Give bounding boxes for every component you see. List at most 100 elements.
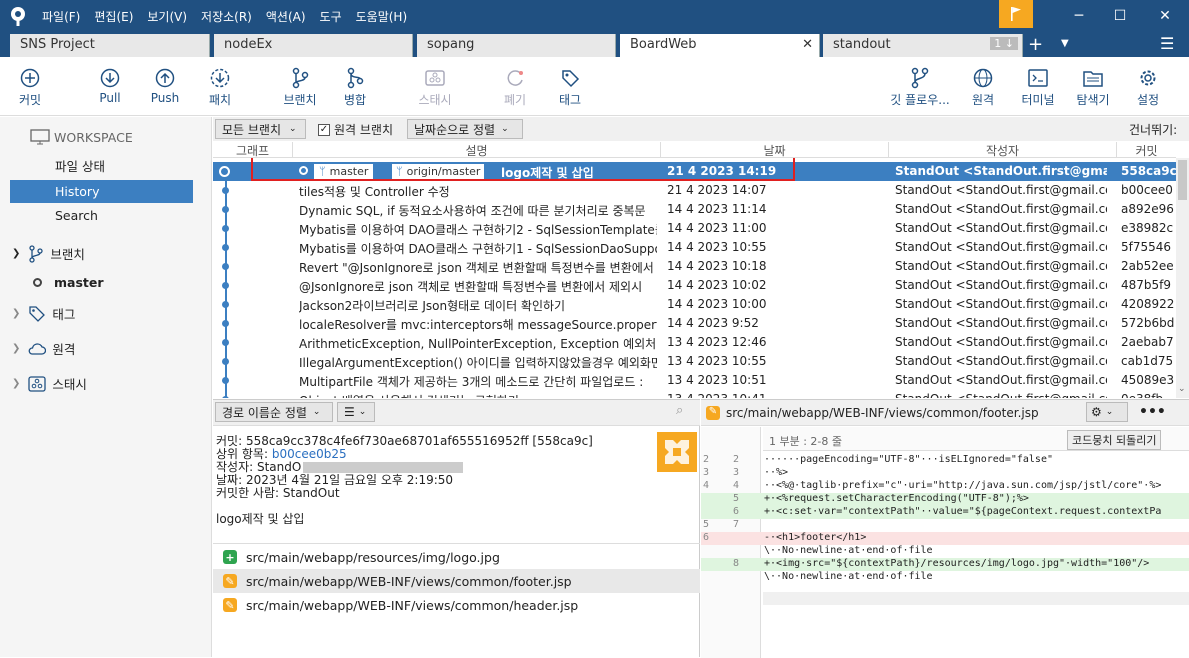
push-button[interactable]: Push [135, 65, 195, 105]
notification-flag-icon[interactable] [999, 0, 1033, 28]
discard-button[interactable]: 폐기 [485, 65, 545, 108]
sidebar-item-master[interactable]: master [0, 271, 212, 294]
commit-list-scrollbar[interactable]: ⌄ [1176, 158, 1189, 398]
diff-horizontal-scrollbar[interactable] [763, 592, 1189, 605]
diff-line: 2 2 ······pageEncoding="UTF-8"···isELIgnor… [701, 454, 1189, 467]
gitflow-button[interactable]: 깃 플로우... [882, 65, 958, 108]
remote-branches-checkbox[interactable]: ✓ 원격 브랜치 [318, 121, 393, 138]
menu-item[interactable]: 파일(F) [42, 8, 80, 25]
new-line-number: 7 [733, 519, 740, 530]
commit-row[interactable]: Dynamic SQL, if 동적요소사용하여 조건에 따른 분기처리로 중복… [213, 200, 1176, 219]
tab-sopang[interactable]: sopang [417, 34, 616, 57]
commit-row[interactable]: ArithmeticException, NullPointerExceptio… [213, 333, 1176, 352]
tab-list-chevron-icon[interactable]: ▼ [1061, 38, 1069, 49]
menu-item[interactable]: 액션(A) [266, 8, 306, 25]
folder-icon [1063, 65, 1123, 91]
stash-icon [28, 375, 47, 392]
more-options-icon[interactable]: ••• [1139, 404, 1166, 420]
maximize-icon[interactable]: ☐ [1100, 0, 1140, 32]
add-tab-icon[interactable]: + [1028, 34, 1043, 55]
remote-button[interactable]: 원격 [953, 65, 1013, 108]
chevron-right-icon: ❯ [12, 343, 21, 354]
commit-row[interactable]: Revert "@JsonIgnore로 json 객체로 변환할때 특정변수를… [213, 257, 1176, 276]
settings-button[interactable]: 설정 [1118, 65, 1178, 108]
view-mode-dropdown[interactable]: ☰ ⌄ [337, 402, 375, 422]
column-date[interactable]: 날짜 [661, 142, 889, 158]
graph-node-icon [222, 187, 229, 194]
sidebar-section-branches[interactable]: ❯ 브랜치 [0, 242, 212, 265]
menu-item[interactable]: 도움말(H) [356, 8, 408, 25]
column-author[interactable]: 작성자 [889, 142, 1117, 158]
hamburger-menu-icon[interactable]: ☰ [1160, 34, 1174, 53]
column-description[interactable]: 설명 [293, 142, 661, 158]
diff-header: ✎ src/main/webapp/WEB-INF/views/common/f… [701, 400, 1189, 426]
sidebar-section-remotes[interactable]: ❯ 원격 [0, 337, 212, 360]
old-line-number: 5 [703, 519, 710, 530]
graph-node-icon [222, 263, 229, 270]
tab-nodeex[interactable]: nodeEx [214, 34, 413, 57]
column-graph[interactable]: 그래프 [213, 142, 293, 158]
commit-row[interactable]: localeResolver를 mvc:interceptors해 messag… [213, 314, 1176, 333]
diff-options-dropdown[interactable]: ⚙ ⌄ [1086, 402, 1128, 422]
gitflow-icon [882, 65, 958, 91]
sidebar-item-search[interactable]: Search [0, 204, 212, 227]
commit-author: StandOut <StandOut.first@gmail.com> [895, 373, 1107, 387]
sidebar-section-stashes[interactable]: ❯ 스태시 [0, 372, 212, 395]
menu-item[interactable]: 보기(V) [147, 8, 187, 25]
menu-item[interactable]: 편집(E) [94, 8, 133, 25]
commit-author: StandOut <StandOut.first@gmail.com> [895, 240, 1107, 254]
commit-row[interactable]: Jackson2라이브러리로 Json형태로 데이터 확인하기 14 4 2023… [213, 295, 1176, 314]
commit-row[interactable]: tiles적용 및 Controller 수정 21 4 2023 14:07 St… [213, 181, 1176, 200]
diff-code: -·<h1>footer</h1> [764, 532, 867, 543]
tag-button[interactable]: 태그 [540, 65, 600, 108]
changed-file-item[interactable]: ✎ src/main/webapp/WEB-INF/views/common/fo… [213, 569, 700, 593]
fetch-button[interactable]: 패치 [190, 65, 250, 108]
commit-row[interactable]: IllegalArgumentException() 아이디를 입력하지않았을경… [213, 352, 1176, 371]
sidebar-section-tags[interactable]: ❯ 태그 [0, 302, 212, 325]
commit-row[interactable]: Mybatis를 이용하여 DAO클래스 구현하기2 - SqlSessionT… [213, 219, 1176, 238]
merge-label: 병합 [343, 93, 367, 107]
branch-button[interactable]: 브랜치 [270, 65, 330, 108]
merge-button[interactable]: 병합 [325, 65, 385, 108]
commit-row[interactable]: @JsonIgnore로 json 객체로 변환할때 특정변수를 변환에서 제외… [213, 276, 1176, 295]
commit-row[interactable]: Object 배열을 사용해서 검색기능 구현하기 13 4 2023 10:41… [213, 390, 1176, 398]
tab-standout[interactable]: standout 1 ↓ [823, 34, 1023, 57]
stash-icon [405, 65, 465, 91]
explorer-button[interactable]: 탐색기 [1063, 65, 1123, 108]
path-sort-dropdown[interactable]: 경로 이름순 정렬 ⌄ [215, 402, 333, 422]
scroll-down-icon[interactable]: ⌄ [1178, 384, 1186, 394]
commit-row[interactable]: MultipartFile 객체가 제공하는 3개의 메소드로 간단히 파일업로… [213, 371, 1176, 390]
sort-order-dropdown[interactable]: 날짜순으로 정렬 ⌄ [407, 119, 523, 139]
new-line-number: 4 [733, 480, 740, 491]
tab-close-icon[interactable]: ✕ [802, 37, 813, 52]
menu-item[interactable]: 저장소(R) [201, 8, 252, 25]
minimize-icon[interactable]: ─ [1059, 0, 1099, 32]
commit-row[interactable]: Mybatis를 이용하여 DAO클래스 구현하기1 - SqlSessionD… [213, 238, 1176, 257]
search-icon[interactable]: ⌕ [676, 403, 683, 418]
stash-button[interactable]: 스태시 [405, 65, 465, 108]
terminal-button[interactable]: 터미널 [1008, 65, 1068, 108]
globe-icon [953, 65, 1013, 91]
revert-hunk-button[interactable]: 코드뭉치 되돌리기 [1067, 430, 1162, 450]
remote-branches-label: 원격 브랜치 [334, 123, 394, 137]
tab-boardweb[interactable]: BoardWeb ✕ [620, 34, 820, 57]
new-line-number: 8 [733, 558, 740, 569]
new-line-number: 2 [733, 454, 740, 465]
changed-file-item[interactable]: + src/main/webapp/resources/img/logo.jpg [213, 545, 700, 569]
commit-hash: 2ab52ee [1121, 259, 1174, 273]
added-file-icon: + [223, 550, 237, 564]
column-commit[interactable]: 커밋 [1117, 142, 1176, 158]
sidebar-item-file-status[interactable]: 파일 상태 [0, 154, 212, 177]
changed-file-item[interactable]: ✎ src/main/webapp/WEB-INF/views/common/he… [213, 593, 700, 617]
commit-button[interactable]: 커밋 [0, 65, 60, 108]
terminal-icon [1008, 65, 1068, 91]
tab-sns-project[interactable]: SNS Project [10, 34, 210, 57]
sidebar: WORKSPACE 파일 상태 History Search ❯ 브랜치 mast… [0, 117, 212, 657]
pull-button[interactable]: Pull [80, 65, 140, 105]
branch-icon [270, 65, 330, 91]
branch-filter-dropdown[interactable]: 모든 브랜치 ⌄ [215, 119, 306, 139]
sidebar-item-history[interactable]: History [10, 180, 193, 203]
scrollbar-thumb[interactable] [1178, 160, 1187, 200]
close-icon[interactable]: ✕ [1145, 0, 1185, 32]
menu-item[interactable]: 도구 [320, 8, 342, 25]
